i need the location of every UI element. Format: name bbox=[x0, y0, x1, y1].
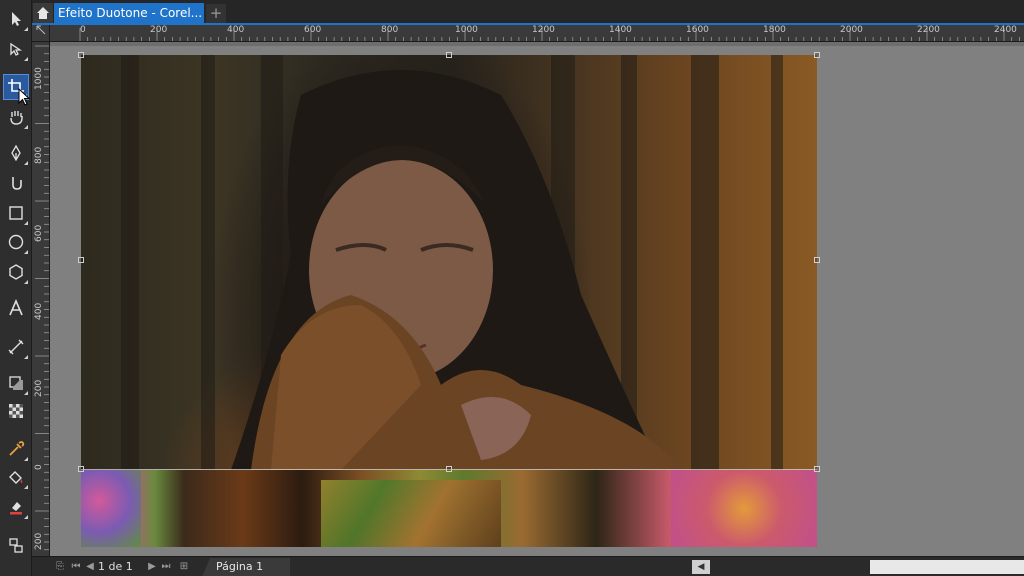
toolbox bbox=[0, 0, 32, 576]
page-tab[interactable]: Página 1 bbox=[202, 558, 290, 576]
pick-tool[interactable] bbox=[3, 6, 29, 32]
smart-fill-tool[interactable] bbox=[3, 494, 29, 520]
ellipse-tool[interactable] bbox=[3, 229, 29, 255]
home-tab[interactable] bbox=[33, 3, 53, 23]
ruler-origin-icon bbox=[36, 25, 45, 35]
ruler-label: 2000 bbox=[840, 25, 863, 35]
ruler-origin[interactable] bbox=[32, 25, 50, 42]
shape-tool[interactable] bbox=[3, 36, 29, 62]
ruler-label: 800 bbox=[34, 146, 44, 164]
hexagon-icon bbox=[9, 264, 23, 280]
prev-page-icon[interactable]: ◀ bbox=[84, 561, 96, 573]
ruler-label: 600 bbox=[34, 224, 44, 242]
horizontal-scrollbar[interactable] bbox=[870, 560, 1024, 574]
posterized-patch bbox=[671, 470, 817, 547]
dimension-line-icon bbox=[8, 339, 24, 355]
curve-brush-icon bbox=[12, 177, 22, 190]
ruler-label: 200 bbox=[150, 25, 168, 35]
posterized-patch bbox=[321, 480, 501, 547]
selection-handle[interactable] bbox=[446, 466, 452, 472]
polygon-tool[interactable] bbox=[3, 259, 29, 285]
selection-handle[interactable] bbox=[78, 257, 84, 263]
current-page: 1 bbox=[98, 560, 105, 573]
ruler-label: 800 bbox=[381, 25, 399, 35]
ruler-label: 0 bbox=[80, 25, 86, 35]
ruler-label: 1400 bbox=[609, 25, 632, 35]
eyedropper-icon bbox=[9, 441, 25, 456]
smart-fill-icon bbox=[10, 502, 22, 515]
scroll-left-button[interactable]: ◀ bbox=[692, 560, 710, 574]
dimension-tool[interactable] bbox=[3, 334, 29, 360]
ruler-label: 600 bbox=[304, 25, 322, 35]
ruler-label: 1600 bbox=[686, 25, 709, 35]
text-a-icon bbox=[9, 299, 23, 316]
selection-handle[interactable] bbox=[814, 466, 820, 472]
artistic-media-tool[interactable] bbox=[3, 170, 29, 196]
connector-icon bbox=[9, 538, 23, 553]
rectangle-icon bbox=[9, 206, 23, 220]
transparency-tool[interactable] bbox=[3, 398, 29, 424]
pen-nib-icon bbox=[11, 144, 21, 162]
first-page-icon[interactable]: ⏮ bbox=[70, 561, 82, 573]
photo-bitmap[interactable] bbox=[81, 55, 817, 547]
selection-handle[interactable] bbox=[446, 52, 452, 58]
ruler-label: 1000 bbox=[34, 67, 44, 90]
ruler-label: 400 bbox=[227, 25, 245, 35]
connector-tool[interactable] bbox=[3, 532, 29, 558]
vertical-ruler[interactable]: 1000 800 600 400 200 0 200 bbox=[32, 42, 50, 556]
drop-shadow-icon bbox=[9, 376, 23, 390]
photo-duotone-region bbox=[81, 470, 817, 547]
pan-tool[interactable] bbox=[3, 104, 29, 130]
page-navigator: ⎘ ⏮ ◀ 1 de 1 ▶ ⏭ ⊞ Página 1 ◀ bbox=[32, 556, 1024, 576]
horizontal-ruler[interactable]: 0 200 400 600 800 1000 1200 1400 1600 18… bbox=[50, 25, 1024, 42]
page-settings-icon[interactable]: ⎘ bbox=[54, 561, 66, 573]
ruler-label: 2200 bbox=[917, 25, 940, 35]
document-tab[interactable]: Efeito Duotone - Corel... bbox=[54, 3, 204, 24]
ruler-label: 1000 bbox=[455, 25, 478, 35]
page-of-label: de bbox=[108, 560, 123, 573]
posterized-patch bbox=[81, 470, 141, 547]
arrow-pointer-icon bbox=[12, 12, 21, 26]
hand-icon bbox=[10, 111, 23, 125]
selection-handle[interactable] bbox=[78, 52, 84, 58]
total-pages: 1 bbox=[125, 560, 133, 573]
add-page-icon[interactable]: ⊞ bbox=[178, 561, 190, 573]
ruler-label: 0 bbox=[34, 464, 44, 470]
vertical-ruler-ticks bbox=[35, 45, 49, 551]
ruler-label: 2400 bbox=[994, 25, 1017, 35]
selection-handle[interactable] bbox=[78, 466, 84, 472]
corel-window: Efeito Duotone - Corel... + 0 200 400 60… bbox=[0, 0, 1024, 576]
ruler-label: 1800 bbox=[763, 25, 786, 35]
last-page-icon[interactable]: ⏭ bbox=[160, 561, 172, 573]
ellipse-icon bbox=[8, 234, 24, 250]
checkerboard-icon bbox=[9, 404, 23, 418]
shape-node-icon bbox=[10, 42, 23, 56]
interactive-fill-tool[interactable] bbox=[3, 464, 29, 490]
drawing-workspace[interactable] bbox=[50, 42, 1024, 556]
rectangle-tool[interactable] bbox=[3, 200, 29, 226]
freehand-tool[interactable] bbox=[3, 140, 29, 166]
page-counter: 1 de 1 bbox=[98, 560, 133, 573]
text-tool[interactable] bbox=[3, 295, 29, 321]
mouse-cursor-icon bbox=[18, 88, 30, 106]
ruler-label: 200 bbox=[34, 379, 44, 397]
selection-handle[interactable] bbox=[814, 52, 820, 58]
document-tab-bar: Efeito Duotone - Corel... + bbox=[32, 0, 1024, 24]
home-icon bbox=[37, 7, 49, 19]
add-tab-button[interactable]: + bbox=[206, 4, 226, 23]
paint-bucket-icon bbox=[9, 471, 23, 484]
desktop-edge bbox=[50, 42, 1024, 46]
drop-shadow-tool[interactable] bbox=[3, 370, 29, 396]
selection-handle[interactable] bbox=[814, 257, 820, 263]
portrait-figure bbox=[231, 70, 681, 470]
photo-original-region bbox=[81, 55, 817, 470]
ruler-label: 200 bbox=[34, 532, 44, 550]
eyedropper-tool[interactable] bbox=[3, 436, 29, 462]
ruler-label: 1200 bbox=[532, 25, 555, 35]
ruler-label: 400 bbox=[34, 302, 44, 320]
next-page-icon[interactable]: ▶ bbox=[146, 561, 158, 573]
